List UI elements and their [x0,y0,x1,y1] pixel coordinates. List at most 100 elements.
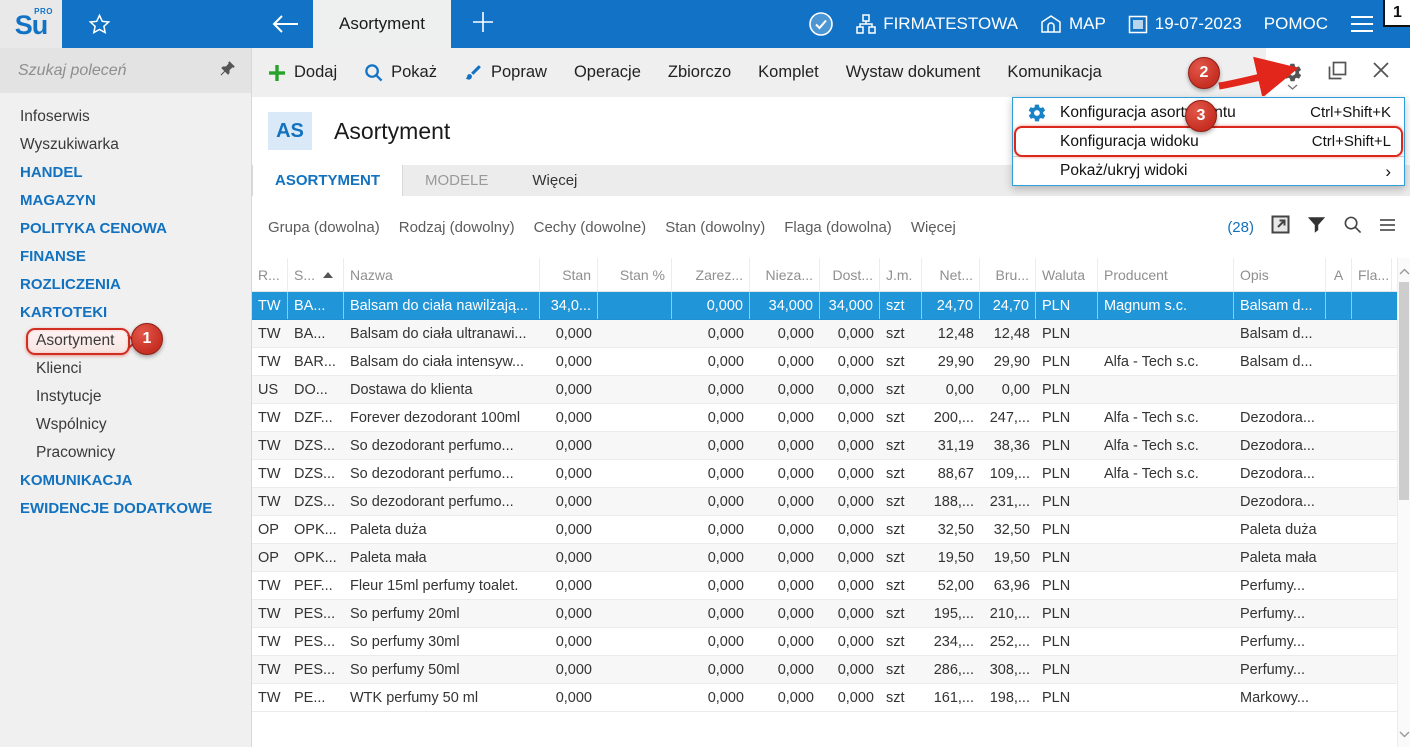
toolbar-button-komunikacja[interactable]: Komunikacja [1007,63,1101,82]
warehouse-switcher[interactable]: MAP [1040,14,1106,34]
column-header-producent[interactable]: Producent [1098,258,1234,291]
table-row[interactable]: TWDZF...Forever dezodorant 100ml0,0000,0… [252,404,1397,432]
sidebar-item-pracownicy[interactable]: Pracownicy [0,439,251,467]
sidebar-item-komunikacja[interactable]: KOMUNIKACJA [0,467,251,495]
toolbar-button-label: Komunikacja [1007,63,1101,82]
column-header-net[interactable]: Net... [922,258,980,291]
pin-icon[interactable] [219,59,237,82]
cell-stan_pct [598,488,672,515]
scroll-down-icon[interactable] [1399,725,1410,743]
status-check-icon[interactable] [808,11,834,37]
tab-modele[interactable]: MODELE [403,165,510,196]
table-row[interactable]: TWPES...So perfumy 20ml0,0000,0000,0000,… [252,600,1397,628]
sidebar-item-rozliczenia[interactable]: ROZLICZENIA [0,271,251,299]
table-row[interactable]: TWDZS...So dezodorant perfumo...0,0000,0… [252,460,1397,488]
cell-a [1326,544,1352,571]
cell-fla [1352,656,1392,683]
open-in-window-icon[interactable] [1271,215,1290,239]
column-header-nazwa[interactable]: Nazwa [344,258,540,291]
column-header-r[interactable]: R... [252,258,288,291]
cell-fla [1352,488,1392,515]
search-list-icon[interactable] [1343,215,1362,239]
toolbar-button-popraw[interactable]: Popraw [464,63,547,82]
menu-item-pokaż-ukryj-widoki[interactable]: Pokaż/ukryj widoki› [1013,156,1404,185]
sidebar-item-finanse[interactable]: FINANSE [0,243,251,271]
toolbar-button-komplet[interactable]: Komplet [758,63,819,82]
toolbar-button-operacje[interactable]: Operacje [574,63,641,82]
scroll-up-icon[interactable] [1399,262,1410,280]
filter-flaga-dowolna[interactable]: Flaga (dowolna) [784,219,892,236]
cell-a [1326,628,1352,655]
filter-funnel-icon[interactable] [1307,216,1326,239]
company-switcher[interactable]: FIRMATESTOWA [856,13,1018,35]
help-menu[interactable]: POMOC [1264,14,1328,34]
table-row[interactable]: USDO...Dostawa do klienta0,0000,0000,000… [252,376,1397,404]
table-row[interactable]: TWPES...So perfumy 50ml0,0000,0000,0000,… [252,656,1397,684]
column-header-nieza[interactable]: Nieza... [750,258,820,291]
column-header-fla[interactable]: Fla... [1352,258,1392,291]
tab-asortyment[interactable]: ASORTYMENT [252,165,403,196]
cell-a [1326,404,1352,431]
sidebar-item-handel[interactable]: HANDEL [0,159,251,187]
toolbar-button-wystaw-dokument[interactable]: Wystaw dokument [846,63,981,82]
table-row[interactable]: OPOPK...Paleta mała0,0000,0000,0000,000s… [252,544,1397,572]
window-tab-asortyment[interactable]: Asortyment [313,0,451,48]
column-header-zarez[interactable]: Zarez... [672,258,750,291]
table-row[interactable]: TWBA...Balsam do ciała ultranawi...0,000… [252,320,1397,348]
date-switcher[interactable]: 19-07-2023 [1128,14,1242,34]
cell-zarez: 0,000 [672,516,750,543]
cell-waluta: PLN [1036,628,1098,655]
table-row[interactable]: TWDZS...So dezodorant perfumo...0,0000,0… [252,432,1397,460]
detach-window-icon[interactable] [1328,61,1347,85]
filter-więcej[interactable]: Więcej [911,219,956,236]
sidebar-item-polityka-cenowa[interactable]: POLITYKA CENOWA [0,215,251,243]
column-header-opis[interactable]: Opis [1234,258,1326,291]
module-badge: AS [268,112,312,150]
list-options-icon[interactable] [1379,218,1396,237]
cell-producent [1098,516,1234,543]
close-icon[interactable] [1372,61,1390,84]
table-row[interactable]: TWBAR...Balsam do ciała intensyw...0,000… [252,348,1397,376]
cell-waluta: PLN [1036,348,1098,375]
sidebar-item-klienci[interactable]: Klienci [0,355,251,383]
sidebar-item-asortyment[interactable]: Asortyment1 [0,327,251,355]
vertical-scrollbar[interactable] [1397,258,1410,747]
toolbar-button-pokaż[interactable]: Pokaż [364,63,437,82]
new-tab-plus-icon[interactable] [471,10,495,39]
tab-więcej[interactable]: Więcej [510,165,599,196]
table-row[interactable]: TWPE...WTK perfumy 50 ml0,0000,0000,0000… [252,684,1397,712]
column-header-bru[interactable]: Bru... [980,258,1036,291]
sidebar-item-instytucje[interactable]: Instytucje [0,383,251,411]
filter-stan-dowolny[interactable]: Stan (dowolny) [665,219,765,236]
column-header-stan_pct[interactable]: Stan % [598,258,672,291]
back-arrow-icon[interactable] [271,14,299,34]
column-header-s[interactable]: S... [288,258,344,291]
table-row[interactable]: OPOPK...Paleta duża0,0000,0000,0000,000s… [252,516,1397,544]
filter-grupa-dowolna[interactable]: Grupa (dowolna) [268,219,380,236]
sidebar-item-wspólnicy[interactable]: Wspólnicy [0,411,251,439]
column-header-a[interactable]: A [1326,258,1352,291]
favorites-star-icon[interactable] [88,13,111,36]
table-row[interactable]: TWPEF...Fleur 15ml perfumy toalet.0,0000… [252,572,1397,600]
cell-producent [1098,376,1234,403]
sidebar-item-magazyn[interactable]: MAGAZYN [0,187,251,215]
filter-rodzaj-dowolny[interactable]: Rodzaj (dowolny) [399,219,515,236]
sidebar-item-kartoteki[interactable]: KARTOTEKI [0,299,251,327]
toolbar-button-dodaj[interactable]: Dodaj [268,63,337,82]
sidebar-item-wyszukiwarka[interactable]: Wyszukiwarka [0,131,251,159]
table-row[interactable]: TWDZS...So dezodorant perfumo...0,0000,0… [252,488,1397,516]
cell-stan: 0,000 [540,544,598,571]
table-row[interactable]: TWBA...Balsam do ciała nawilżają...34,0.… [252,292,1397,320]
column-header-jm[interactable]: J.m. [880,258,922,291]
table-row[interactable]: TWPES...So perfumy 30ml0,0000,0000,0000,… [252,628,1397,656]
toolbar-button-zbiorczo[interactable]: Zbiorczo [668,63,731,82]
column-header-waluta[interactable]: Waluta [1036,258,1098,291]
scrollbar-thumb[interactable] [1399,282,1409,500]
hamburger-menu-icon[interactable] [1350,15,1374,33]
sidebar-item-infoserwis[interactable]: Infoserwis [0,103,251,131]
filter-cechy-dowolne[interactable]: Cechy (dowolne) [534,219,647,236]
sidebar-item-ewidencje-dodatkowe[interactable]: EWIDENCJE DODATKOWE [0,495,251,523]
column-header-dost[interactable]: Dost... [820,258,880,291]
command-search[interactable]: Szukaj poleceń [0,48,251,93]
column-header-stan[interactable]: Stan [540,258,598,291]
